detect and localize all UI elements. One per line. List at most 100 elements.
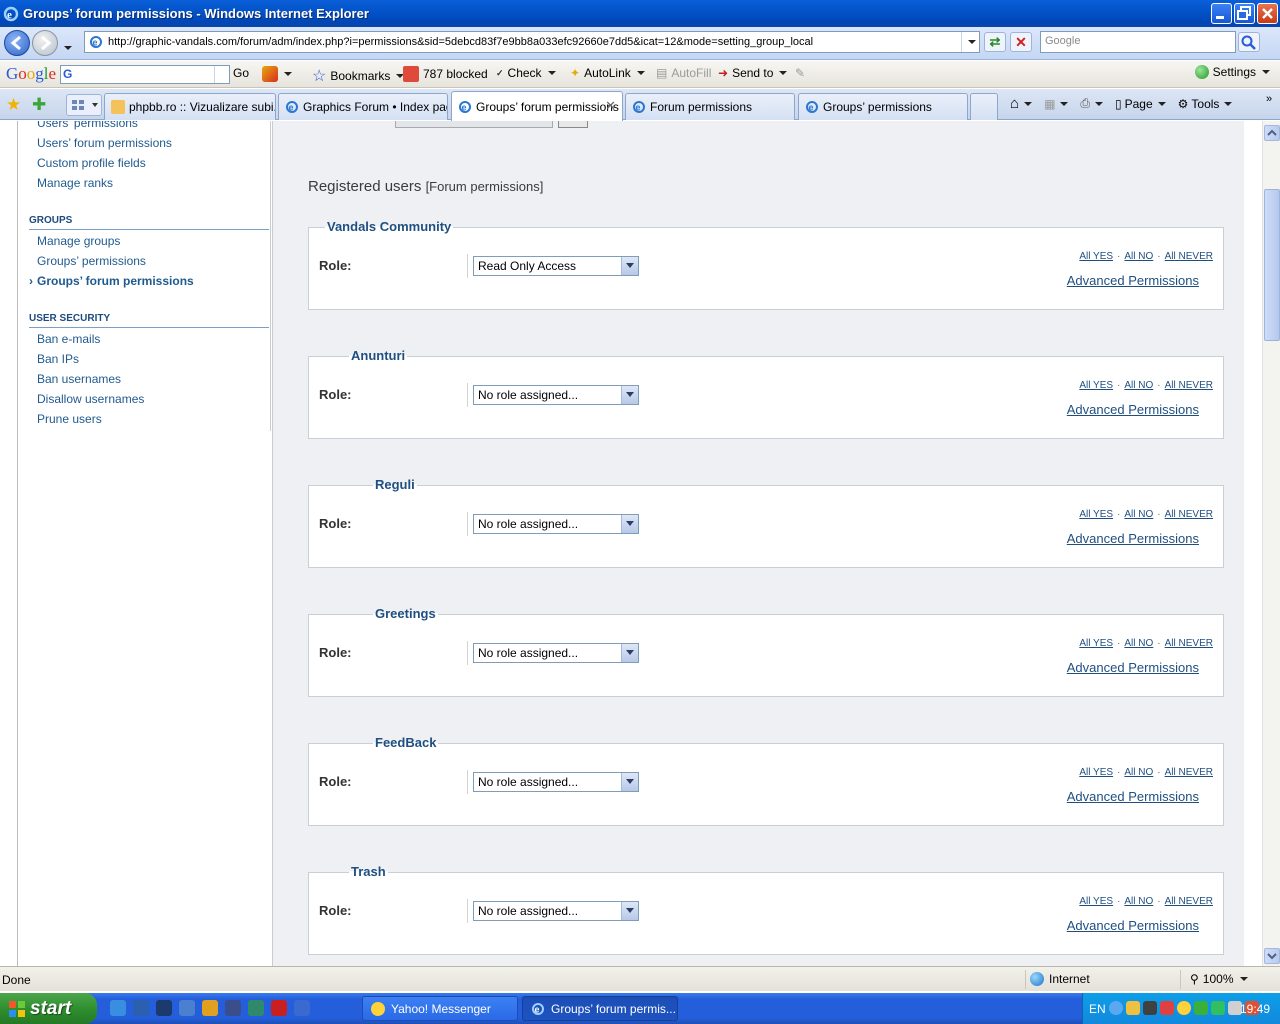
advanced-permissions-link[interactable]: Advanced Permissions xyxy=(1067,918,1199,933)
vertical-scrollbar[interactable] xyxy=(1262,121,1280,966)
all-no-link[interactable]: All NO xyxy=(1124,380,1153,391)
tray-arrow-icon[interactable] xyxy=(1109,1001,1123,1015)
autolink-button[interactable]: ✦ AutoLink xyxy=(570,66,645,80)
chevron-down-icon[interactable] xyxy=(621,386,638,404)
all-yes-link[interactable]: All YES xyxy=(1079,380,1113,391)
minimize-button[interactable] xyxy=(1211,3,1232,24)
advanced-permissions-link[interactable]: Advanced Permissions xyxy=(1067,660,1199,675)
google-options-button[interactable] xyxy=(262,66,292,82)
app-launch-icon[interactable] xyxy=(225,1000,241,1016)
sidebar-item-users-permissions[interactable]: Users’ permissions xyxy=(37,121,138,130)
sidebar-item-groups-forum-permissions[interactable]: Groups’ forum permissions xyxy=(29,274,194,288)
ie-launch-icon[interactable] xyxy=(110,1000,126,1016)
back-button[interactable] xyxy=(4,30,30,56)
popup-blocker-button[interactable]: 787 blocked xyxy=(403,66,488,82)
all-no-link[interactable]: All NO xyxy=(1124,251,1153,262)
tab-graphics-forum[interactable]: e Graphics Forum • Index page xyxy=(278,93,448,120)
all-no-link[interactable]: All NO xyxy=(1124,638,1153,649)
tab-phpbb[interactable]: phpbb.ro :: Vizualizare subi... xyxy=(104,93,276,120)
all-never-link[interactable]: All NEVER xyxy=(1165,767,1213,778)
sidebar-item-manage-groups[interactable]: Manage groups xyxy=(37,234,120,248)
role-select[interactable]: No role assigned... xyxy=(473,385,639,405)
all-never-link[interactable]: All NEVER xyxy=(1165,896,1213,907)
bookmarks-button[interactable]: ☆ Bookmarks xyxy=(312,66,405,86)
tray-app-icon[interactable] xyxy=(1194,1001,1208,1015)
app-launch-icon[interactable] xyxy=(248,1000,264,1016)
all-no-link[interactable]: All NO xyxy=(1124,767,1153,778)
tray-yahoo-icon[interactable] xyxy=(1177,1001,1191,1015)
advanced-permissions-link[interactable]: Advanced Permissions xyxy=(1067,789,1199,804)
sidebar-item-manage-ranks[interactable]: Manage ranks xyxy=(37,176,113,190)
tray-app-icon[interactable] xyxy=(1143,1001,1157,1015)
search-input[interactable]: Google xyxy=(1040,31,1236,53)
chevron-down-icon[interactable] xyxy=(621,644,638,662)
all-never-link[interactable]: All NEVER xyxy=(1165,251,1213,262)
highlight-icon[interactable]: ✎ xyxy=(795,66,805,80)
tray-app-icon[interactable] xyxy=(1211,1001,1225,1015)
tab-forum-permissions[interactable]: e Forum permissions xyxy=(625,93,795,120)
role-select[interactable]: No role assigned... xyxy=(473,772,639,792)
sidebar-item-ban-emails[interactable]: Ban e-mails xyxy=(37,332,100,346)
all-yes-link[interactable]: All YES xyxy=(1079,509,1113,520)
role-select[interactable]: No role assigned... xyxy=(473,514,639,534)
all-never-link[interactable]: All NEVER xyxy=(1165,509,1213,520)
tray-app-icon[interactable] xyxy=(1126,1001,1140,1015)
task-ie-window[interactable]: e Groups’ forum permis... xyxy=(522,996,678,1021)
role-select[interactable]: No role assigned... xyxy=(473,901,639,921)
photoshop-icon[interactable] xyxy=(156,1000,172,1016)
sidebar-item-groups-permissions[interactable]: Groups’ permissions xyxy=(37,254,146,268)
chevron-more-icon[interactable]: » xyxy=(1266,93,1272,105)
app-launch-icon[interactable] xyxy=(294,1000,310,1016)
all-never-link[interactable]: All NEVER xyxy=(1165,380,1213,391)
sidebar-item-users-forum-permissions[interactable]: Users’ forum permissions xyxy=(37,136,172,150)
search-icon[interactable] xyxy=(1238,32,1260,52)
all-no-link[interactable]: All NO xyxy=(1124,509,1153,520)
start-button[interactable]: start xyxy=(0,993,97,1024)
language-indicator[interactable]: EN xyxy=(1089,1002,1106,1016)
forward-button[interactable] xyxy=(32,30,58,56)
app-launch-icon[interactable] xyxy=(133,1000,149,1016)
tab-groups-forum-permissions[interactable]: e Groups’ forum permissions ✕ xyxy=(451,91,623,121)
sidebar-item-disallow-usernames[interactable]: Disallow usernames xyxy=(37,392,144,406)
cut-off-button[interactable] xyxy=(558,121,588,128)
url-field[interactable]: e http://graphic-vandals.com/forum/adm/i… xyxy=(84,31,980,53)
autofill-button[interactable]: ▤ AutoFill xyxy=(656,66,711,80)
home-button[interactable]: ⌂ xyxy=(1010,95,1033,112)
go-button[interactable]: Go xyxy=(233,66,249,80)
acrobat-icon[interactable] xyxy=(271,1000,287,1016)
scroll-thumb[interactable] xyxy=(1264,189,1280,341)
close-button[interactable] xyxy=(1257,3,1278,24)
close-tab-icon[interactable]: ✕ xyxy=(605,98,616,114)
tools-menu-button[interactable]: ⚙ Tools xyxy=(1178,97,1233,111)
restore-button[interactable] xyxy=(1234,3,1255,24)
refresh-button[interactable]: ⇄ xyxy=(984,32,1006,52)
chevron-down-icon[interactable] xyxy=(621,515,638,533)
all-no-link[interactable]: All NO xyxy=(1124,896,1153,907)
all-yes-link[interactable]: All YES xyxy=(1079,638,1113,649)
role-select[interactable]: Read Only Access xyxy=(473,256,639,276)
chevron-down-icon[interactable] xyxy=(621,902,638,920)
feeds-button[interactable]: ▦ xyxy=(1044,97,1069,111)
sidebar-item-custom-profile-fields[interactable]: Custom profile fields xyxy=(37,156,146,170)
sidebar-item-ban-ips[interactable]: Ban IPs xyxy=(37,352,79,366)
sidebar-item-prune-users[interactable]: Prune users xyxy=(37,412,102,426)
app-launch-icon[interactable] xyxy=(179,1000,195,1016)
all-yes-link[interactable]: All YES xyxy=(1079,767,1113,778)
spell-check-button[interactable]: ✓ Check xyxy=(496,66,556,80)
role-select[interactable]: No role assigned... xyxy=(473,643,639,663)
google-search-dropdown-icon[interactable] xyxy=(214,66,229,83)
url-dropdown-icon[interactable] xyxy=(961,32,979,52)
security-zone[interactable]: Internet xyxy=(1030,972,1090,986)
advanced-permissions-link[interactable]: Advanced Permissions xyxy=(1067,402,1199,417)
scroll-down-icon[interactable] xyxy=(1264,948,1280,964)
app-launch-icon[interactable] xyxy=(202,1000,218,1016)
tray-app-icon[interactable] xyxy=(1160,1001,1174,1015)
print-button[interactable]: ⎙ xyxy=(1080,96,1104,111)
task-yahoo-messenger[interactable]: Yahoo! Messenger xyxy=(362,996,518,1021)
tab-groups-permissions[interactable]: e Groups’ permissions xyxy=(798,93,968,120)
zoom-level[interactable]: ⚲ 100% xyxy=(1190,972,1248,986)
all-never-link[interactable]: All NEVER xyxy=(1165,638,1213,649)
chevron-down-icon[interactable] xyxy=(621,773,638,791)
advanced-permissions-link[interactable]: Advanced Permissions xyxy=(1067,273,1199,288)
chevron-down-icon[interactable] xyxy=(621,257,638,275)
